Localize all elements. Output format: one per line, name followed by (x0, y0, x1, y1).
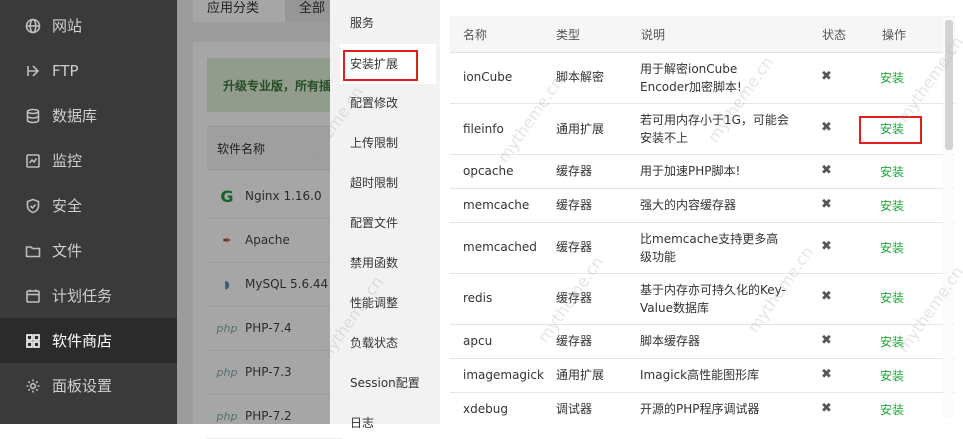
monitor-icon (24, 152, 42, 170)
ext-name: memcached (463, 240, 537, 254)
menu-item-config-modify[interactable]: 配置修改 (350, 93, 398, 113)
highlight-box-install (859, 116, 922, 144)
sidebar-item-label: 监控 (52, 152, 83, 170)
column-name: 名称 (463, 28, 488, 42)
sidebar-item-security[interactable]: 安全 (0, 183, 177, 228)
sidebar-item-files[interactable]: 文件 (0, 228, 177, 273)
sidebar-item-label: 安全 (52, 197, 83, 215)
scrollbar-thumb[interactable] (945, 20, 953, 150)
sidebar-item-software-store[interactable]: 软件商店 (0, 318, 177, 363)
ext-type: 缓存器 (556, 240, 593, 254)
menu-item-timeout-limit[interactable]: 超时限制 (350, 173, 398, 193)
sidebar-item-panel-settings[interactable]: 面板设置 (0, 363, 177, 408)
sidebar-item-label: 文件 (52, 242, 83, 260)
ext-type: 脚本解密 (556, 70, 605, 84)
shield-icon (24, 197, 42, 215)
sidebar-item-label: FTP (52, 61, 79, 80)
ext-name: memcache (463, 198, 530, 212)
database-icon (24, 107, 42, 125)
status-not-installed-icon: ✖ (821, 120, 832, 135)
sidebar-item-label: 数据库 (52, 107, 98, 125)
sidebar-item-website[interactable]: 网站 (0, 3, 177, 48)
ext-desc: 强大的内容缓存器 (640, 198, 737, 212)
ext-name: ionCube (463, 70, 513, 84)
gear-icon (24, 377, 42, 395)
ext-desc: 用于解密ionCube Encoder加密脚本! (640, 62, 742, 94)
install-button[interactable]: 安装 (880, 69, 904, 87)
sidebar-item-cron[interactable]: 计划任务 (0, 273, 177, 318)
ext-type: 缓存器 (556, 291, 593, 305)
sidebar-item-monitor[interactable]: 监控 (0, 138, 177, 183)
ext-desc: 开源的PHP程序调试器 (640, 402, 760, 416)
ext-name: opcache (463, 164, 514, 178)
install-button[interactable]: 安装 (880, 163, 904, 181)
status-not-installed-icon: ✖ (821, 333, 832, 348)
status-not-installed-icon: ✖ (821, 163, 832, 178)
column-desc: 说明 (641, 28, 666, 42)
sidebar-item-ftp[interactable]: FTP (0, 48, 177, 93)
ext-name: redis (463, 291, 493, 305)
menu-item-load-status[interactable]: 负载状态 (350, 333, 398, 353)
column-type: 类型 (556, 28, 581, 42)
sidebar-item-label: 软件商店 (52, 332, 113, 350)
ext-desc: 用于加速PHP脚本! (640, 164, 741, 178)
status-not-installed-icon: ✖ (821, 367, 832, 382)
ext-type: 缓存器 (556, 334, 593, 348)
menu-item-session-config[interactable]: Session配置 (350, 373, 420, 393)
menu-item-performance[interactable]: 性能调整 (350, 293, 398, 313)
column-status: 状态 (822, 28, 847, 42)
status-not-installed-icon: ✖ (821, 69, 832, 84)
sidebar-item-label: 计划任务 (52, 287, 113, 305)
column-op: 操作 (882, 28, 907, 42)
calendar-icon (24, 287, 42, 305)
ext-desc: 比memcache支持更多高级功能 (640, 232, 779, 264)
menu-item-log[interactable]: 日志 (350, 413, 374, 433)
ext-type: 调试器 (556, 402, 593, 416)
status-not-installed-icon: ✖ (821, 197, 832, 212)
ext-desc: 基于内存亦可持久化的Key-Value数据库 (640, 283, 786, 315)
extension-table-header (450, 16, 955, 53)
menu-item-config-file[interactable]: 配置文件 (350, 213, 398, 233)
status-not-installed-icon: ✖ (821, 289, 832, 304)
install-button[interactable]: 安装 (880, 289, 904, 307)
install-button[interactable]: 安装 (880, 333, 904, 351)
sidebar: 网站 FTP 数据库 监控 安全 文件 计划任务 软件商店 面板设置 (0, 0, 177, 424)
status-not-installed-icon: ✖ (821, 239, 832, 254)
ext-type: 缓存器 (556, 198, 593, 212)
ext-name: fileinfo (463, 122, 504, 136)
ext-desc: Imagick高性能图形库 (640, 368, 760, 382)
sidebar-item-label: 网站 (52, 17, 83, 35)
ext-desc: 脚本缓存器 (640, 334, 701, 348)
ext-name: xdebug (463, 402, 508, 416)
sidebar-item-label: 面板设置 (52, 377, 113, 395)
install-button[interactable]: 安装 (880, 367, 904, 385)
ext-name: apcu (463, 334, 493, 348)
ext-type: 通用扩展 (556, 122, 605, 136)
ext-desc: 若可用内存小于1G，可能会安装不上 (640, 113, 789, 145)
ext-name: imagemagick (463, 368, 544, 382)
globe-icon (24, 17, 42, 35)
folder-icon (24, 242, 42, 260)
grid-icon (24, 332, 42, 350)
install-button[interactable]: 安装 (880, 197, 904, 215)
status-not-installed-icon: ✖ (821, 401, 832, 416)
ext-type: 缓存器 (556, 164, 593, 178)
install-button[interactable]: 安装 (880, 239, 904, 257)
install-button[interactable]: 安装 (880, 401, 904, 419)
highlight-box-menu (343, 50, 418, 81)
menu-item-service[interactable]: 服务 (350, 13, 374, 33)
ext-type: 通用扩展 (556, 368, 605, 382)
menu-item-upload-limit[interactable]: 上传限制 (350, 133, 398, 153)
ftp-icon (24, 62, 42, 80)
menu-item-disabled-functions[interactable]: 禁用函数 (350, 253, 398, 273)
sidebar-item-database[interactable]: 数据库 (0, 93, 177, 138)
